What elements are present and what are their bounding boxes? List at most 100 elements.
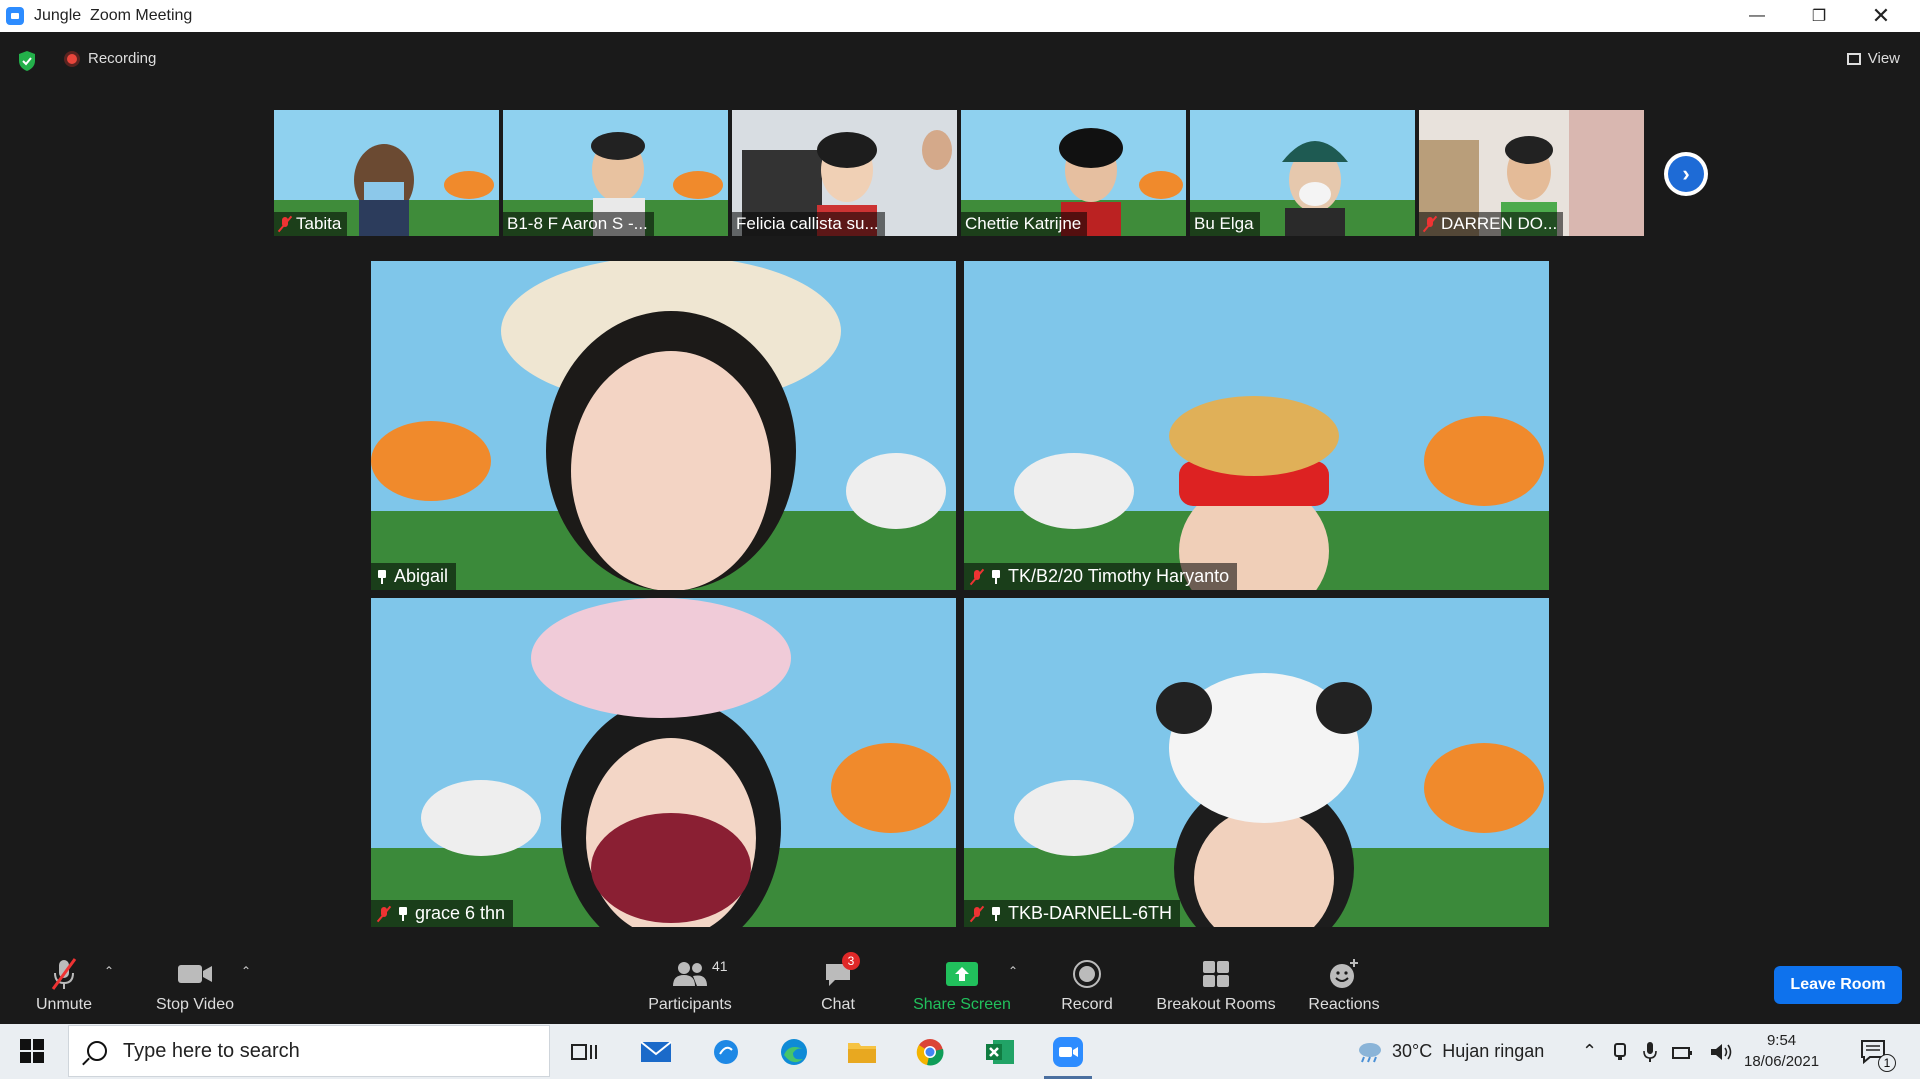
view-grid-icon <box>1846 52 1861 65</box>
share-screen-label: Share Screen <box>913 996 1011 1013</box>
meeting-toolbar: Unmute ⌃ Stop Video ⌃ 41 Participants 3 … <box>0 950 1920 1024</box>
participant-name: DARREN DO... <box>1419 212 1564 236</box>
recording-label: Recording <box>88 50 157 67</box>
system-tray: ⌃ <box>1582 1024 1733 1079</box>
mic-muted-icon <box>377 906 391 922</box>
chat-unread-badge: 3 <box>842 952 860 970</box>
participant-name: Bu Elga <box>1190 212 1260 236</box>
title-bar: Jungle Zoom Meeting — ❐ ✕ <box>0 0 1920 32</box>
participant-name: TK/B2/20 Timothy Haryanto <box>964 563 1238 590</box>
mic-muted-icon <box>970 569 984 585</box>
minimize-button[interactable]: — <box>1726 0 1788 32</box>
taskbar-search-box[interactable]: Type here to search <box>68 1025 550 1077</box>
participant-name: Chettie Katrijne <box>961 212 1088 236</box>
jungle-background <box>964 261 1549 590</box>
record-label: Record <box>1061 996 1113 1013</box>
jungle-background <box>964 598 1549 927</box>
restore-button[interactable]: ❐ <box>1788 0 1850 32</box>
stop-video-button[interactable]: Stop Video <box>150 956 240 1014</box>
weather-description: Hujan ringan <box>1442 1041 1545 1061</box>
notification-center-icon[interactable]: 1 <box>1856 1034 1896 1072</box>
reactions-label: Reactions <box>1308 996 1380 1013</box>
participant-name: Felicia callista su... <box>732 212 885 236</box>
participant-name: Abigail <box>371 563 457 590</box>
onedrive-sync-icon[interactable] <box>708 1034 744 1070</box>
pin-icon <box>991 906 1001 921</box>
usb-device-icon[interactable] <box>1611 1042 1629 1062</box>
pin-icon <box>398 906 408 921</box>
chat-button[interactable]: 3 Chat <box>808 952 868 1014</box>
windows-taskbar: Type here to search 30°C Hujan ringan ⌃ … <box>0 1024 1920 1079</box>
participants-button[interactable]: 41 Participants <box>644 956 736 1014</box>
thumbnail-tile[interactable]: Felicia callista su... <box>732 110 957 236</box>
weather-widget[interactable]: 30°C Hujan ringan <box>1356 1024 1544 1079</box>
video-tile[interactable]: Abigail <box>371 261 956 590</box>
pin-icon <box>377 569 387 584</box>
taskbar-clock[interactable]: 9:54 18/06/2021 <box>1744 1030 1819 1072</box>
meeting-area: Recording View Tabita B1-8 F Aaron S -..… <box>0 32 1920 1024</box>
mic-muted-icon <box>278 216 292 232</box>
thumbnail-tile[interactable]: DARREN DO... <box>1419 110 1644 236</box>
unmute-label: Unmute <box>35 996 93 1013</box>
edge-browser-icon[interactable] <box>776 1034 812 1070</box>
recording-indicator[interactable]: Recording <box>64 50 156 67</box>
recording-dot-icon <box>64 50 80 67</box>
reactions-button[interactable]: Reactions <box>1300 956 1388 1014</box>
participant-name: grace 6 thn <box>371 900 514 927</box>
jungle-background <box>371 598 956 927</box>
pin-icon <box>991 569 1001 584</box>
notification-count-badge: 1 <box>1878 1054 1896 1072</box>
reactions-icon <box>1330 959 1358 988</box>
thumbnail-tile[interactable]: Bu Elga <box>1190 110 1415 236</box>
share-screen-icon <box>946 962 978 986</box>
clock-date: 18/06/2021 <box>1744 1053 1820 1070</box>
chevron-right-icon: › <box>1668 156 1704 192</box>
mail-icon[interactable] <box>638 1034 674 1070</box>
participants-icon <box>673 962 707 986</box>
excel-icon[interactable] <box>982 1034 1018 1070</box>
window-title: Jungle Zoom Meeting <box>34 7 193 24</box>
zoom-taskbar-icon[interactable] <box>1044 1034 1092 1079</box>
mic-muted-icon <box>1423 216 1437 232</box>
leave-room-button[interactable]: Leave Room <box>1774 966 1902 1004</box>
video-options-caret-icon[interactable]: ⌃ <box>241 964 251 978</box>
video-tile[interactable]: TK/B2/20 Timothy Haryanto <box>964 261 1549 590</box>
next-page-button[interactable]: › <box>1664 152 1708 196</box>
audio-options-caret-icon[interactable]: ⌃ <box>104 964 114 978</box>
encryption-shield-icon[interactable] <box>17 50 37 72</box>
rain-cloud-icon <box>1359 1042 1381 1062</box>
record-icon <box>1073 960 1101 988</box>
unmute-button[interactable]: Unmute <box>24 956 104 1014</box>
mic-muted-icon <box>970 906 984 922</box>
participant-name: TKB-DARNELL-6TH <box>964 900 1181 927</box>
file-explorer-icon[interactable] <box>844 1034 880 1070</box>
windows-start-icon[interactable] <box>20 1039 44 1063</box>
network-icon[interactable] <box>1671 1043 1695 1061</box>
share-screen-button[interactable]: Share Screen <box>908 956 1016 1014</box>
tray-expand-chevron-icon[interactable]: ⌃ <box>1582 1041 1597 1062</box>
speaker-volume-icon[interactable] <box>1709 1042 1733 1062</box>
video-camera-icon <box>178 965 212 983</box>
view-button[interactable]: View <box>1846 50 1900 67</box>
clock-time: 9:54 <box>1766 1032 1797 1049</box>
weather-temperature: 30°C <box>1392 1041 1433 1061</box>
chat-label: Chat <box>821 996 855 1013</box>
video-tile[interactable]: grace 6 thn <box>371 598 956 927</box>
video-tile[interactable]: TKB-DARNELL-6TH <box>964 598 1549 927</box>
mic-muted-icon <box>51 958 77 990</box>
task-view-icon[interactable] <box>566 1034 602 1070</box>
record-button[interactable]: Record <box>1054 956 1120 1014</box>
search-placeholder: Type here to search <box>123 1039 300 1062</box>
microphone-icon[interactable] <box>1643 1041 1657 1063</box>
participant-name: Tabita <box>274 212 348 236</box>
breakout-rooms-button[interactable]: Breakout Rooms <box>1152 956 1280 1014</box>
zoom-app-icon <box>6 7 24 25</box>
jungle-background <box>371 261 956 590</box>
chrome-browser-icon[interactable] <box>912 1034 948 1070</box>
search-icon <box>87 1041 107 1061</box>
thumbnail-tile[interactable]: Chettie Katrijne <box>961 110 1186 236</box>
close-button[interactable]: ✕ <box>1850 0 1912 32</box>
share-options-caret-icon[interactable]: ⌃ <box>1008 964 1018 978</box>
thumbnail-tile[interactable]: Tabita <box>274 110 499 236</box>
thumbnail-tile[interactable]: B1-8 F Aaron S -... <box>503 110 728 236</box>
